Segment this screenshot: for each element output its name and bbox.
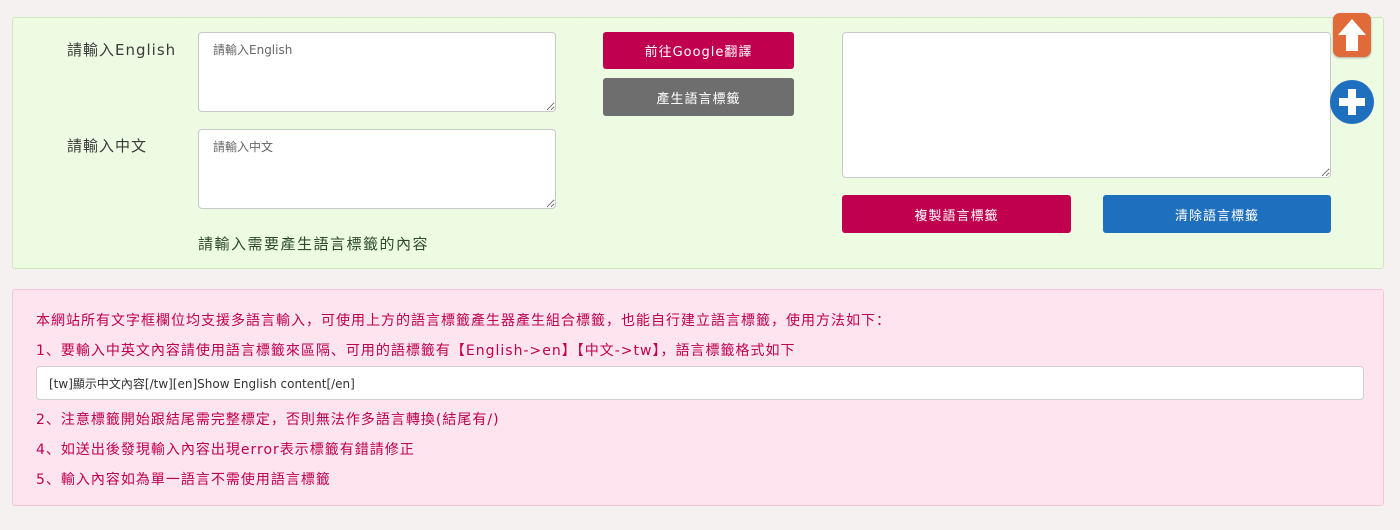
copy-tag-button[interactable]: 複製語言標籤: [842, 195, 1071, 233]
instructions-item-2: 2、注意標籤開始跟結尾需完整標定，否則無法作多語言轉換(結尾有/): [36, 412, 500, 428]
tag-example-field[interactable]: [36, 366, 1364, 400]
chinese-input[interactable]: [198, 129, 556, 209]
english-input[interactable]: [198, 32, 556, 112]
generate-tag-button[interactable]: 產生語言標籤: [603, 78, 794, 116]
instructions-item-4: 4、如送出後發現輸入內容出現error表示標籤有錯請修正: [36, 442, 415, 458]
instructions-intro: 本網站所有文字框欄位均支援多語言輸入，可使用上方的語言標籤產生器產生組合標籤，也…: [36, 313, 891, 329]
english-label: 請輸入English: [67, 41, 177, 59]
chinese-label: 請輸入中文: [67, 137, 148, 155]
input-hint: 請輸入需要產生語言標籤的內容: [198, 235, 430, 253]
plus-circle-icon[interactable]: [1330, 80, 1374, 124]
instructions-item-1: 1、要輸入中英文內容請使用語言標籤來區隔、可用的語標籤有【English->en…: [36, 343, 796, 359]
clear-tag-button[interactable]: 清除語言標籤: [1103, 195, 1331, 233]
google-translate-button[interactable]: 前往Google翻譯: [603, 32, 794, 69]
arrow-up-icon[interactable]: [1333, 13, 1371, 57]
instructions-item-5: 5、輸入內容如為單一語言不需使用語言標籤: [36, 472, 331, 488]
tag-output-field[interactable]: [842, 32, 1331, 178]
language-tag-generator-panel: 請輸入English 請輸入中文 請輸入需要產生語言標籤的內容 前往Google…: [12, 17, 1384, 269]
usage-instructions-panel: 本網站所有文字框欄位均支援多語言輸入，可使用上方的語言標籤產生器產生組合標籤，也…: [12, 289, 1384, 506]
